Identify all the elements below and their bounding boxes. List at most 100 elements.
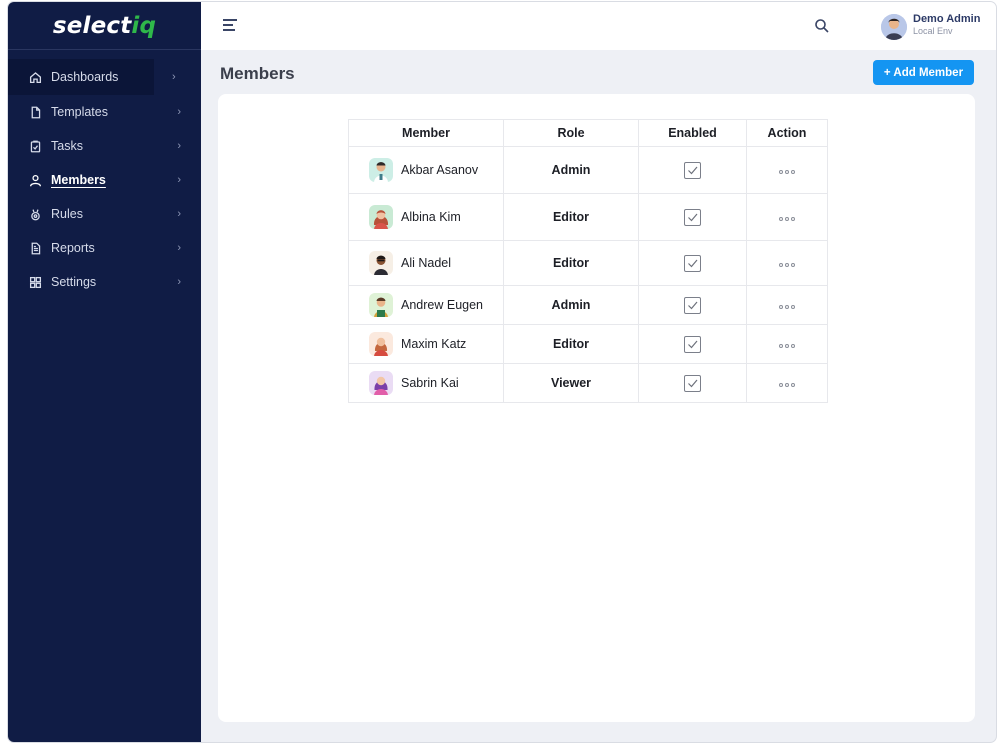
page-title: Members (220, 64, 295, 83)
table-row: Akbar Asanov Admin (348, 146, 828, 194)
checkmark-icon (688, 301, 698, 309)
sidebar-item-members[interactable]: Members › (8, 163, 201, 197)
enabled-checkbox[interactable] (684, 161, 701, 179)
avatar (369, 293, 393, 317)
table-row: Maxim Katz Editor (348, 324, 828, 364)
member-cell: Albina Kim (348, 193, 504, 241)
checkmark-icon (688, 259, 698, 267)
sidebar-item-label: Dashboards (51, 70, 119, 84)
action-cell (746, 146, 828, 194)
avatar[interactable] (881, 14, 907, 40)
member-name[interactable]: Akbar Asanov (401, 163, 478, 177)
checkmark-icon (688, 379, 698, 387)
table-header-row: Member Role Enabled Action (348, 119, 828, 147)
enabled-cell (638, 146, 747, 194)
user-icon (28, 173, 42, 187)
sidebar-item-label: Tasks (51, 139, 83, 153)
member-cell: Maxim Katz (348, 324, 504, 364)
table-row: Sabrin Kai Viewer (348, 363, 828, 403)
sidebar-item-dashboards[interactable]: Dashboards › (8, 59, 176, 95)
sidebar-item-label: Templates (51, 105, 108, 119)
sidebar-item-tasks[interactable]: Tasks › (8, 129, 201, 163)
chevron-right-icon: › (172, 71, 176, 83)
add-member-button[interactable]: + Add Member (873, 60, 974, 85)
table-row: Andrew Eugen Admin (348, 285, 828, 325)
table-row: Ali Nadel Editor (348, 240, 828, 286)
member-role: Admin (503, 285, 639, 325)
action-cell (746, 324, 828, 364)
more-options-icon[interactable] (779, 305, 795, 309)
enabled-cell (638, 363, 747, 403)
enabled-checkbox[interactable] (684, 254, 701, 272)
member-role: Editor (503, 240, 639, 286)
enabled-checkbox[interactable] (684, 335, 701, 353)
brand-logo[interactable]: select iq (8, 2, 201, 50)
action-cell (746, 193, 828, 241)
sidebar-item-label: Settings (51, 275, 97, 289)
sidebar-item-settings[interactable]: Settings › (8, 265, 201, 299)
enabled-cell (638, 285, 747, 325)
sidebar-item-label: Members (51, 173, 106, 187)
checkmark-icon (688, 166, 698, 174)
chevron-right-icon: › (177, 106, 181, 118)
chevron-right-icon: › (177, 276, 181, 288)
member-name[interactable]: Maxim Katz (401, 337, 466, 351)
chevron-right-icon: › (177, 140, 181, 152)
clipboard-icon (28, 139, 42, 153)
avatar (369, 205, 393, 229)
enabled-checkbox[interactable] (684, 208, 701, 226)
member-name[interactable]: Sabrin Kai (401, 376, 459, 390)
sidebar: select iq Dashboards › Templates › Tasks … (8, 2, 201, 742)
member-name[interactable]: Albina Kim (401, 210, 461, 224)
checkmark-icon (688, 340, 698, 348)
table-row: Albina Kim Editor (348, 193, 828, 241)
chevron-right-icon: › (177, 208, 181, 220)
top-bar: Demo Admin Local Env (201, 2, 996, 50)
enabled-checkbox[interactable] (684, 296, 701, 314)
member-role: Admin (503, 146, 639, 194)
column-header-member[interactable]: Member (348, 119, 504, 147)
home-icon (28, 70, 42, 84)
report-icon (28, 241, 42, 255)
user-name[interactable]: Demo Admin (913, 13, 980, 25)
grid-icon (28, 275, 42, 289)
chevron-right-icon: › (177, 174, 181, 186)
app-window: select iq Dashboards › Templates › Tasks … (8, 2, 996, 742)
enabled-checkbox[interactable] (684, 374, 701, 392)
column-header-action: Action (746, 119, 828, 147)
action-cell (746, 240, 828, 286)
member-role: Editor (503, 193, 639, 241)
enabled-cell (638, 193, 747, 241)
more-options-icon[interactable] (779, 263, 795, 267)
avatar (369, 158, 393, 182)
sidebar-nav: Dashboards › Templates › Tasks › Members… (8, 59, 201, 299)
column-header-role[interactable]: Role (503, 119, 639, 147)
more-options-icon[interactable] (779, 383, 795, 387)
enabled-cell (638, 240, 747, 286)
more-options-icon[interactable] (779, 344, 795, 348)
member-cell: Andrew Eugen (348, 285, 504, 325)
sidebar-item-rules[interactable]: Rules › (8, 197, 201, 231)
member-cell: Ali Nadel (348, 240, 504, 286)
sidebar-item-label: Rules (51, 207, 83, 221)
more-options-icon[interactable] (779, 217, 795, 221)
chevron-right-icon: › (177, 242, 181, 254)
search-icon[interactable] (814, 18, 830, 34)
action-cell (746, 285, 828, 325)
checkmark-icon (688, 213, 698, 221)
avatar (369, 371, 393, 395)
column-header-enabled[interactable]: Enabled (638, 119, 747, 147)
members-card: Member Role Enabled Action Akbar Asanov (218, 94, 975, 722)
member-name[interactable]: Ali Nadel (401, 256, 451, 270)
more-options-icon[interactable] (779, 170, 795, 174)
member-cell: Akbar Asanov (348, 146, 504, 194)
action-cell (746, 363, 828, 403)
user-environment: Local Env (913, 26, 953, 36)
hamburger-menu-icon[interactable] (223, 19, 237, 31)
avatar (369, 332, 393, 356)
member-name[interactable]: Andrew Eugen (401, 298, 483, 312)
sidebar-item-templates[interactable]: Templates › (8, 95, 201, 129)
medal-icon (28, 207, 42, 221)
sidebar-item-reports[interactable]: Reports › (8, 231, 201, 265)
member-cell: Sabrin Kai (348, 363, 504, 403)
